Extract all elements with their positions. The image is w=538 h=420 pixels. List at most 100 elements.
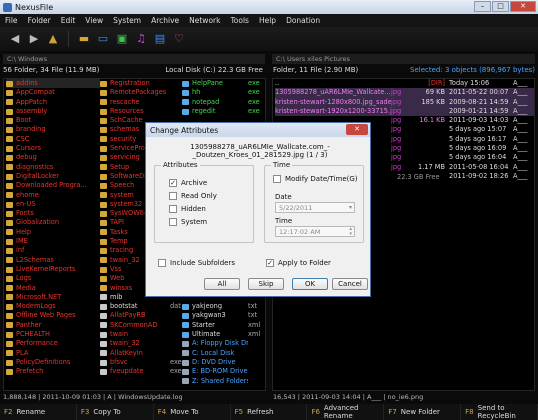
video-icon[interactable]: ▤ xyxy=(153,32,167,46)
date-field[interactable]: 5/22/2011 ▾ xyxy=(275,202,355,213)
up-icon[interactable]: ▲ xyxy=(46,32,60,46)
list-item[interactable]: hh exe xyxy=(182,88,265,97)
folder-icon[interactable]: ▬ xyxy=(77,32,91,46)
list-item[interactable]: A: Floppy Disk Drive xyxy=(182,339,265,348)
time-field[interactable]: 12:17:02 AM ▴ ▾ xyxy=(275,226,355,237)
list-item[interactable]: Panther xyxy=(6,321,100,330)
list-item[interactable]: bfsvc exe xyxy=(100,358,185,367)
list-item[interactable]: Performance xyxy=(6,339,100,348)
list-item[interactable]: AllatPayRB xyxy=(100,311,185,320)
explorer-icon[interactable]: ▭ xyxy=(96,32,110,46)
list-item[interactable]: AllatKeyIn xyxy=(100,349,185,358)
dialog-title-bar[interactable]: Change Attributes xyxy=(146,123,370,137)
modify-datetime-checkbox[interactable]: Modify Date/Time(G) xyxy=(273,175,358,183)
list-item[interactable]: fveupdate exe xyxy=(100,367,185,376)
menu-view[interactable]: View xyxy=(80,16,108,25)
list-item[interactable]: ModemLogs xyxy=(6,302,100,311)
list-item[interactable]: AppCompat xyxy=(6,88,100,97)
list-item[interactable]: Registration xyxy=(100,79,185,88)
fkey-rename-button[interactable]: F2 Rename xyxy=(0,404,77,420)
list-item[interactable]: debug xyxy=(6,153,100,162)
all-button[interactable]: All xyxy=(204,278,240,290)
include-subfolders-checkbox[interactable]: Include Subfolders xyxy=(158,259,235,267)
archive-checkbox[interactable]: ✓ Archive xyxy=(169,179,217,187)
fkey-send-to-recyclebin-button[interactable]: F8 Send to RecycleBin xyxy=(461,404,538,420)
list-item[interactable]: PCHEALTH xyxy=(6,330,100,339)
skip-button[interactable]: Skip xyxy=(248,278,284,290)
menu-help[interactable]: Help xyxy=(254,16,281,25)
list-item[interactable]: Downloaded Progra... xyxy=(6,181,100,190)
list-item[interactable]: branding xyxy=(6,125,100,134)
list-item[interactable]: LiveKernelReports xyxy=(6,265,100,274)
fkey-advanced-rename-button[interactable]: F6 Advanced Rename xyxy=(307,404,385,420)
apply-to-folder-checkbox[interactable]: ✓ Apply to Folder xyxy=(266,259,331,267)
list-item[interactable]: Logs xyxy=(6,274,100,283)
calendar-icon[interactable]: ▾ xyxy=(349,204,352,211)
list-item[interactable]: CSC xyxy=(6,135,100,144)
list-item[interactable]: Globalization xyxy=(6,218,100,227)
list-item[interactable]: twain_32 xyxy=(100,339,185,348)
list-item[interactable]: twain xyxy=(100,330,185,339)
list-item[interactable]: en-US xyxy=(6,200,100,209)
list-item[interactable]: RemotePackages xyxy=(100,88,185,97)
list-item[interactable]: assembly xyxy=(6,107,100,116)
ok-button[interactable]: OK xyxy=(292,278,328,290)
fkey-copy-to-button[interactable]: F3 Copy To xyxy=(77,404,154,420)
spinner-icon[interactable]: ▴ ▾ xyxy=(349,226,352,237)
cancel-button[interactable]: Cancel xyxy=(332,278,368,290)
table-row[interactable]: kristen-stewart-1920x1200-33715.jp... jpg… xyxy=(275,106,534,117)
list-item[interactable]: Help xyxy=(6,228,100,237)
list-item[interactable]: inf xyxy=(6,246,100,255)
favorite-icon[interactable]: ♡ xyxy=(172,32,186,46)
menu-edit[interactable]: Edit xyxy=(56,16,81,25)
menu-file[interactable]: File xyxy=(0,16,23,25)
list-item[interactable]: Starter xml xyxy=(182,321,265,330)
music-icon[interactable]: ♫ xyxy=(134,32,148,46)
list-item[interactable]: notepad exe xyxy=(182,98,265,107)
image-icon[interactable]: ▣ xyxy=(115,32,129,46)
list-item[interactable]: Prefetch xyxy=(6,367,100,376)
list-item[interactable]: Media xyxy=(6,284,100,293)
list-item[interactable]: diagnostics xyxy=(6,163,100,172)
back-icon[interactable]: ◀ xyxy=(8,32,22,46)
list-item[interactable]: Boot xyxy=(6,116,100,125)
list-item[interactable]: C: Local Disk xyxy=(182,349,265,358)
list-item[interactable]: AppPatch xyxy=(6,98,100,107)
list-item[interactable]: regedit exe xyxy=(182,107,265,116)
list-item[interactable]: PLA xyxy=(6,349,100,358)
list-item[interactable]: yakjeong txt xyxy=(182,302,265,311)
right-path-bar[interactable]: C:\ Users xiles Pictures xyxy=(272,54,535,64)
maximize-button[interactable]: □ xyxy=(492,1,509,12)
fkey-new-folder-button[interactable]: F7 New Folder xyxy=(384,404,462,420)
list-item[interactable]: Ultimate xml xyxy=(182,330,265,339)
close-button[interactable]: ✕ xyxy=(510,1,536,12)
menu-donation[interactable]: Donation xyxy=(281,16,325,25)
hidden-checkbox[interactable]: Hidden xyxy=(169,205,217,213)
list-item[interactable]: Resources xyxy=(100,107,185,116)
menu-archive[interactable]: Archive xyxy=(146,16,184,25)
list-item[interactable]: E: BD-ROM Drive xyxy=(182,367,265,376)
forward-icon[interactable]: ▶ xyxy=(27,32,41,46)
list-item[interactable]: HelpPane exe xyxy=(182,79,265,88)
list-item[interactable]: rescache xyxy=(100,98,185,107)
table-row[interactable]: 1305988278_uAR6LMIe_Wallcate... jpg 69 KB 2… xyxy=(275,88,534,98)
left-path-bar[interactable]: C:\ Windows xyxy=(3,54,265,64)
menu-system[interactable]: System xyxy=(108,16,146,25)
list-item[interactable]: PolicyDefinitions xyxy=(6,358,100,367)
list-item[interactable]: IME xyxy=(6,237,100,246)
readonly-checkbox[interactable]: Read Only xyxy=(169,192,217,200)
list-item[interactable]: Fonts xyxy=(6,209,100,218)
list-item[interactable]: ehome xyxy=(6,191,100,200)
table-row[interactable]: kristen-stewart-1280x800.jpg_sade... jpg 1… xyxy=(275,97,534,107)
table-row[interactable]: .. [DIR] Today 15:06 A___ xyxy=(275,79,534,88)
menu-network[interactable]: Network xyxy=(184,16,225,25)
list-item[interactable]: bootstat dat xyxy=(100,302,185,311)
menu-tools[interactable]: Tools xyxy=(225,16,253,25)
list-item[interactable]: addins xyxy=(6,79,100,89)
list-item[interactable]: DigitalLocker xyxy=(6,172,100,181)
list-item[interactable]: L2Schemas xyxy=(6,256,100,265)
list-item[interactable]: Cursors xyxy=(6,144,100,153)
list-item[interactable]: SKCommonAD xyxy=(100,321,185,330)
fkey-refresh-button[interactable]: F5 Refresh xyxy=(231,404,308,420)
list-item[interactable]: Microsoft.NET xyxy=(6,293,100,302)
